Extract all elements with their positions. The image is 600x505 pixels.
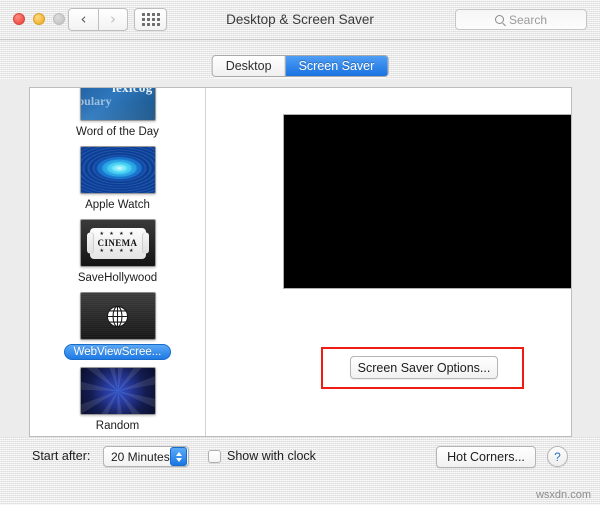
list-item-label: Word of the Day (76, 126, 159, 138)
ticket-stars-bottom: ★ ★ ★ ★ (99, 248, 136, 254)
system-preferences-window: ‹ › Desktop & Screen Saver Search Deskto… (0, 0, 600, 505)
watermark: wsxdn.com (535, 489, 591, 501)
tab-bar: Desktop Screen Saver (0, 41, 600, 79)
start-after-popup-button[interactable]: 20 Minutes (103, 446, 189, 467)
list-item[interactable]: lexicog bulary Word of the Day (30, 88, 205, 139)
start-after-value: 20 Minutes (111, 449, 170, 464)
ticket-stars-top: ★ ★ ★ ★ (99, 231, 136, 237)
list-item-label: WebViewScree... (63, 344, 172, 360)
search-placeholder: Search (508, 12, 548, 27)
list-item-label: Random (95, 420, 140, 432)
tab-group: Desktop Screen Saver (211, 55, 389, 77)
stepper-icon[interactable] (170, 447, 187, 466)
help-button[interactable]: ? (547, 446, 568, 467)
screen-saver-list[interactable]: lexicog bulary Word of the Day Apple Wat… (30, 88, 206, 436)
list-item[interactable]: Apple Watch (30, 139, 205, 212)
thumbnail-art-text: lexicog (112, 88, 152, 96)
tab-screen-saver[interactable]: Screen Saver (284, 56, 388, 76)
search-input[interactable]: Search (455, 9, 587, 30)
search-icon (494, 15, 504, 24)
globe-icon (106, 305, 129, 327)
hot-corners-button[interactable]: Hot Corners... (436, 446, 536, 468)
chevron-down-icon (175, 457, 182, 462)
list-item-label: SaveHollywood (77, 272, 158, 284)
apple-watch-thumbnail[interactable] (79, 146, 156, 194)
tab-desktop[interactable]: Desktop (212, 56, 285, 76)
window-titlebar: ‹ › Desktop & Screen Saver Search (0, 0, 600, 40)
list-item-selected[interactable]: WebViewScree... (30, 285, 205, 360)
ticket-text: CINEMA (97, 238, 138, 248)
random-thumbnail[interactable] (79, 367, 156, 415)
screen-saver-panel: lexicog bulary Word of the Day Apple Wat… (29, 87, 572, 437)
list-item-label: Apple Watch (85, 199, 150, 211)
cinema-ticket-icon: ★ ★ ★ ★ CINEMA ★ ★ ★ ★ (89, 227, 146, 259)
list-item[interactable]: Random (30, 360, 205, 433)
start-after-label: Start after: (32, 449, 91, 463)
show-with-clock-checkbox[interactable] (208, 450, 221, 463)
list-item[interactable]: ★ ★ ★ ★ CINEMA ★ ★ ★ ★ SaveHollywood (30, 212, 205, 285)
show-with-clock-label: Show with clock (227, 449, 316, 463)
chevron-up-icon (175, 451, 182, 456)
webviewscreensaver-thumbnail[interactable] (79, 292, 156, 340)
preview-pane: Screen Saver Options... (207, 88, 571, 436)
screen-saver-options-button[interactable]: Screen Saver Options... (350, 356, 498, 379)
screen-saver-preview[interactable] (283, 114, 571, 289)
thumbnail-gloss (80, 102, 155, 120)
word-of-the-day-thumbnail[interactable]: lexicog bulary (79, 88, 156, 121)
savehollywood-thumbnail[interactable]: ★ ★ ★ ★ CINEMA ★ ★ ★ ★ (79, 219, 156, 267)
